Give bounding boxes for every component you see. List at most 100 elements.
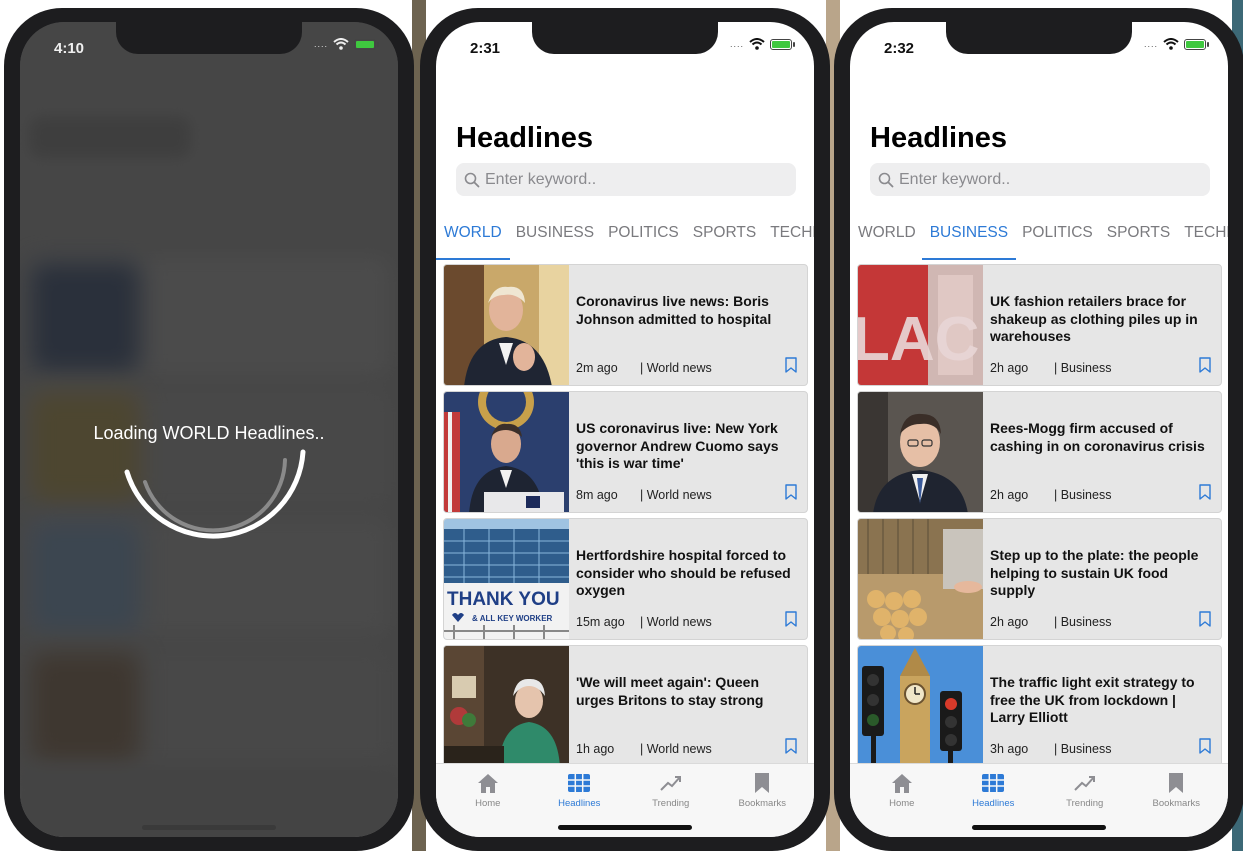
battery-icon	[770, 38, 795, 50]
wifi-icon	[333, 38, 349, 50]
article-source: | World news	[640, 361, 712, 375]
article-time: 3h ago	[990, 742, 1029, 756]
bookmark-icon[interactable]	[785, 738, 797, 754]
search-icon	[878, 172, 894, 187]
home-indicator	[972, 825, 1106, 830]
article-thumbnail	[858, 392, 983, 512]
article-title: 'We will meet again': Queen urges Briton…	[576, 674, 764, 708]
bookmark-icon[interactable]	[785, 611, 797, 627]
page-title: Headlines	[870, 122, 1007, 154]
wifi-icon	[1163, 38, 1179, 50]
trending-icon	[660, 776, 681, 791]
tabbar-home[interactable]: Home	[446, 772, 530, 837]
tab-politics[interactable]: POLITICS	[608, 220, 679, 260]
tabbar-home[interactable]: Home	[860, 772, 944, 837]
tab-politics[interactable]: POLITICS	[1022, 220, 1093, 260]
article-card[interactable]: Step up to the plate: the people helping…	[857, 518, 1222, 640]
article-time: 2h ago	[990, 615, 1029, 629]
home-icon	[477, 774, 498, 793]
queen-address-photo	[444, 646, 569, 766]
status-icons: ....	[313, 38, 379, 50]
tab-sports[interactable]: SPORTS	[1107, 220, 1170, 260]
bookmarks-icon	[1169, 773, 1184, 793]
bookmark-icon[interactable]	[1199, 484, 1211, 500]
article-time: 8m ago	[576, 488, 618, 502]
search-input[interactable]	[899, 170, 1179, 189]
headlines-screen-business: 2:32 .... Headlines WORLD BUSINESS POLIT…	[850, 22, 1228, 837]
tabbar-label: Home	[889, 798, 915, 809]
tabbar-label: Trending	[652, 798, 690, 809]
signal-dots: ....	[313, 39, 328, 49]
tab-business[interactable]: BUSINESS	[516, 220, 594, 260]
home-indicator	[142, 825, 276, 830]
article-card[interactable]: THANK YOU & ALL KEY WORKER Hertfordshire…	[443, 518, 808, 640]
tabbar-label: Bookmarks	[738, 798, 786, 809]
notch	[532, 22, 718, 54]
article-time: 2h ago	[990, 361, 1029, 375]
tab-world[interactable]: WORLD	[858, 220, 916, 260]
tabbar-label: Bookmarks	[1152, 798, 1200, 809]
category-tabs: WORLD BUSINESS POLITICS SPORTS TECHNO	[850, 220, 1228, 260]
tab-technology[interactable]: TECHNO	[1184, 220, 1228, 260]
tab-sports[interactable]: SPORTS	[693, 220, 756, 260]
tab-world[interactable]: WORLD	[436, 220, 510, 260]
status-time: 2:32	[884, 40, 915, 57]
traffic-light-photo	[858, 646, 983, 766]
article-title: The traffic light exit strategy to free …	[990, 674, 1195, 725]
grid-icon	[982, 774, 1005, 792]
bakery-photo	[858, 519, 983, 639]
article-title: Coronavirus live news: Boris Johnson adm…	[576, 293, 772, 327]
article-source: | World news	[640, 488, 712, 502]
article-thumbnail	[858, 646, 983, 766]
article-card[interactable]: Rees-Mogg firm accused of cashing in on …	[857, 391, 1222, 513]
portrait-photo	[858, 392, 983, 512]
article-card[interactable]: LAC UK fashion retailers brace for shake…	[857, 264, 1222, 386]
tabbar-label: Home	[475, 798, 501, 809]
article-time: 1h ago	[576, 742, 615, 756]
article-list: Coronavirus live news: Boris Johnson adm…	[443, 264, 808, 772]
article-source: | Business	[1054, 361, 1112, 375]
article-card[interactable]: The traffic light exit strategy to free …	[857, 645, 1222, 767]
article-source: | Business	[1054, 615, 1112, 629]
article-card[interactable]: Coronavirus live news: Boris Johnson adm…	[443, 264, 808, 386]
search-bar[interactable]	[870, 163, 1210, 196]
bookmark-icon[interactable]	[1199, 611, 1211, 627]
phone-loading: 4:10 .... Loading WORLD Headlines..	[4, 8, 414, 851]
article-time: 15m ago	[576, 615, 625, 629]
article-list: LAC UK fashion retailers brace for shake…	[857, 264, 1222, 772]
tabbar-bookmarks[interactable]: Bookmarks	[720, 772, 804, 837]
tabbar-label: Headlines	[558, 798, 601, 809]
signal-dots: ....	[729, 39, 744, 49]
politician-photo	[444, 265, 569, 385]
article-title: Hertfordshire hospital forced to conside…	[576, 547, 791, 598]
status-time: 4:10	[54, 40, 85, 57]
tabbar-bookmarks[interactable]: Bookmarks	[1134, 772, 1218, 837]
bookmark-icon[interactable]	[1199, 357, 1211, 373]
bookmark-icon[interactable]	[1199, 738, 1211, 754]
article-thumbnail	[444, 265, 569, 385]
hospital-banner-photo: THANK YOU & ALL KEY WORKER	[444, 519, 569, 639]
article-card[interactable]: US coronavirus live: New York governor A…	[443, 391, 808, 513]
article-title: UK fashion retailers brace for shakeup a…	[990, 293, 1198, 344]
banner-text: THANK YOU	[447, 589, 560, 610]
search-input[interactable]	[485, 170, 765, 189]
signal-dots: ....	[1143, 39, 1158, 49]
article-card[interactable]: 'We will meet again': Queen urges Briton…	[443, 645, 808, 767]
phone-world: 2:31 .... Headlines WORLD BUSINESS POLIT…	[420, 8, 830, 851]
tab-technology[interactable]: TECHNO	[770, 220, 814, 260]
search-bar[interactable]	[456, 163, 796, 196]
status-icons: ....	[729, 38, 795, 50]
battery-icon	[354, 38, 379, 50]
tab-business[interactable]: BUSINESS	[921, 220, 1017, 260]
article-title: US coronavirus live: New York governor A…	[576, 420, 779, 471]
article-title: Step up to the plate: the people helping…	[990, 547, 1199, 598]
search-icon	[464, 172, 480, 187]
tabbar-label: Headlines	[972, 798, 1015, 809]
article-source: | World news	[640, 615, 712, 629]
notch	[946, 22, 1132, 54]
category-tabs: WORLD BUSINESS POLITICS SPORTS TECHNO	[436, 220, 814, 260]
bookmark-icon[interactable]	[785, 357, 797, 373]
bookmark-icon[interactable]	[785, 484, 797, 500]
article-thumbnail	[858, 519, 983, 639]
banner-subtext: & ALL KEY WORKER	[472, 614, 553, 623]
